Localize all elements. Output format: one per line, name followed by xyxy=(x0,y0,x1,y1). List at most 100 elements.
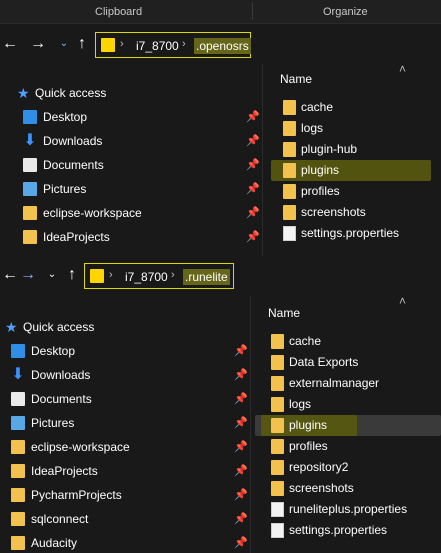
ribbon-group-organize: Organize xyxy=(323,6,368,18)
nav-item-label: Documents xyxy=(43,158,104,172)
pin-icon: 📌 xyxy=(246,111,260,123)
nav-item-pictures[interactable]: Pictures 📌 xyxy=(0,412,250,434)
file-name: settings.properties xyxy=(289,523,388,537)
back-arrow-icon[interactable]: ← xyxy=(2,267,18,283)
breadcrumb-segment-current[interactable]: .openosrs xyxy=(194,38,251,54)
nav-item-ideaprojects[interactable]: IdeaProjects 📌 xyxy=(0,226,262,248)
breadcrumb-chevron-icon: › xyxy=(182,38,186,50)
file-name: repository2 xyxy=(289,460,349,474)
desktop-icon xyxy=(23,110,37,124)
navigation-pane-2: ★ Quick access Desktop 📌 ⬇ Downloads 📌 D… xyxy=(0,296,250,553)
file-row-plugins[interactable]: plugins xyxy=(251,415,441,436)
file-row-screenshots[interactable]: screenshots xyxy=(251,478,441,499)
breadcrumb-segment[interactable]: i7_8700 xyxy=(134,38,181,54)
file-row-runeliteplus-properties[interactable]: runeliteplus.properties xyxy=(251,499,441,520)
address-field-1[interactable]: › i7_8700 › .openosrs xyxy=(95,32,251,58)
file-row-profiles[interactable]: profiles xyxy=(251,436,441,457)
sort-chevron-up-icon: ˄ xyxy=(399,294,407,308)
folder-icon xyxy=(101,38,115,52)
file-row-externalmanager[interactable]: externalmanager xyxy=(251,373,441,394)
nav-item-downloads[interactable]: ⬇ Downloads 📌 xyxy=(0,364,250,386)
file-name: logs xyxy=(289,397,312,411)
column-header-name[interactable]: Name xyxy=(268,306,300,320)
folder-icon xyxy=(271,376,284,391)
nav-item-documents[interactable]: Documents 📌 xyxy=(0,154,262,176)
up-arrow-icon[interactable]: ↑ xyxy=(64,267,80,283)
ribbon-divider xyxy=(252,2,253,20)
nav-item-downloads[interactable]: ⬇ Downloads 📌 xyxy=(0,130,262,152)
back-arrow-icon[interactable]: ← xyxy=(2,36,18,52)
file-name: plugin-hub xyxy=(301,142,358,156)
file-name: plugins xyxy=(289,418,328,432)
nav-item-quick-access[interactable]: ★ Quick access xyxy=(0,316,250,338)
file-name: profiles xyxy=(289,439,328,453)
forward-arrow-icon[interactable]: → xyxy=(30,36,46,52)
file-name: screenshots xyxy=(289,481,354,495)
nav-item-label: PycharmProjects xyxy=(31,488,122,502)
address-field-2[interactable]: › i7_8700 › .runelite xyxy=(84,263,234,289)
pin-icon: 📌 xyxy=(234,513,248,525)
recent-locations-chevron-icon[interactable]: ⌄ xyxy=(44,267,60,283)
file-name: screenshots xyxy=(301,205,366,219)
folder-icon xyxy=(283,163,296,178)
pin-icon: 📌 xyxy=(234,393,248,405)
nav-item-label: Documents xyxy=(31,392,92,406)
desktop-icon xyxy=(11,344,25,358)
file-row-screenshots[interactable]: screenshots xyxy=(263,202,441,223)
folder-icon xyxy=(283,100,296,115)
file-name: plugins xyxy=(301,163,340,177)
address-bar-row-2: ← → ⌄ ↑ › i7_8700 › .runelite xyxy=(0,259,441,293)
nav-item-ideaprojects[interactable]: IdeaProjects 📌 xyxy=(0,460,250,482)
breadcrumb-segment[interactable]: i7_8700 xyxy=(123,269,170,285)
pin-icon: 📌 xyxy=(234,489,248,501)
file-row-logs[interactable]: logs xyxy=(263,118,441,139)
sort-chevron-up-icon: ˄ xyxy=(399,62,407,76)
ribbon-group-clipboard: Clipboard xyxy=(95,6,143,18)
star-icon: ★ xyxy=(5,319,18,335)
file-row-profiles[interactable]: profiles xyxy=(263,181,441,202)
nav-item-quick-access[interactable]: ★ Quick access xyxy=(0,82,262,104)
file-row-cache[interactable]: cache xyxy=(251,331,441,352)
file-list-2: Name ˄ cache Data Exports externalmanage… xyxy=(251,294,441,553)
up-arrow-icon[interactable]: ↑ xyxy=(74,36,90,52)
file-row-plugins[interactable]: plugins xyxy=(263,160,441,181)
file-row-data-exports[interactable]: Data Exports xyxy=(251,352,441,373)
file-row-plugin-hub[interactable]: plugin-hub xyxy=(263,139,441,160)
nav-item-label: IdeaProjects xyxy=(31,464,98,478)
folder-icon xyxy=(23,230,37,244)
column-header-name[interactable]: Name xyxy=(280,72,312,86)
forward-arrow-icon[interactable]: → xyxy=(20,267,36,283)
file-name: cache xyxy=(301,100,334,114)
nav-item-eclipse-workspace[interactable]: eclipse-workspace 📌 xyxy=(0,202,262,224)
pin-icon: 📌 xyxy=(234,441,248,453)
nav-item-desktop[interactable]: Desktop 📌 xyxy=(0,340,250,362)
nav-item-pycharmprojects[interactable]: PycharmProjects 📌 xyxy=(0,484,250,506)
documents-icon xyxy=(23,158,37,172)
breadcrumb-segment-current[interactable]: .runelite xyxy=(183,269,230,285)
recent-locations-chevron-icon[interactable]: ⌄ xyxy=(56,36,72,52)
nav-item-label: sqlconnect xyxy=(31,512,89,526)
file-row-cache[interactable]: cache xyxy=(263,97,441,118)
pictures-icon xyxy=(11,416,25,430)
pin-icon: 📌 xyxy=(234,417,248,429)
nav-item-audacity[interactable]: Audacity 📌 xyxy=(0,532,250,553)
nav-item-documents[interactable]: Documents 📌 xyxy=(0,388,250,410)
folder-icon xyxy=(11,536,25,550)
nav-item-sqlconnect[interactable]: sqlconnect 📌 xyxy=(0,508,250,530)
folder-icon xyxy=(283,121,296,136)
nav-item-desktop[interactable]: Desktop 📌 xyxy=(0,106,262,128)
file-row-settings-properties[interactable]: settings.properties xyxy=(251,520,441,541)
nav-item-label: eclipse-workspace xyxy=(43,206,142,220)
navigation-pane-1: ★ Quick access Desktop 📌 ⬇ Downloads 📌 D… xyxy=(0,64,262,256)
folder-icon xyxy=(271,355,284,370)
file-row-logs[interactable]: logs xyxy=(251,394,441,415)
file-row-repository2[interactable]: repository2 xyxy=(251,457,441,478)
nav-item-eclipse-workspace[interactable]: eclipse-workspace 📌 xyxy=(0,436,250,458)
folder-icon xyxy=(11,440,25,454)
nav-item-pictures[interactable]: Pictures 📌 xyxy=(0,178,262,200)
folder-icon xyxy=(271,334,284,349)
file-row-settings-properties[interactable]: settings.properties xyxy=(263,223,441,244)
nav-item-label: Audacity xyxy=(31,536,78,550)
download-icon: ⬇ xyxy=(23,132,37,149)
pin-icon: 📌 xyxy=(246,207,260,219)
